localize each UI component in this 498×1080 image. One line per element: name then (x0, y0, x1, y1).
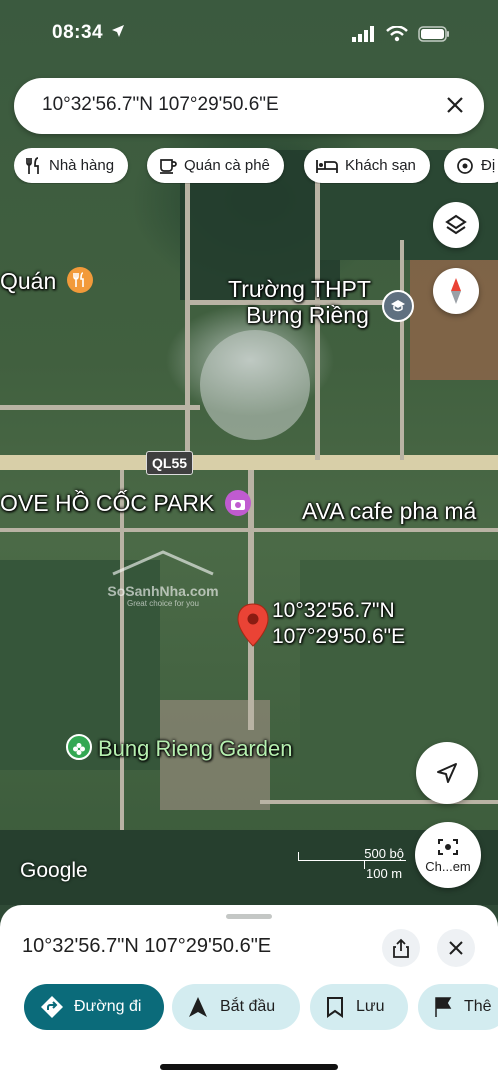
status-bar: 08:34 (0, 0, 498, 60)
bookmark-icon (327, 997, 343, 1018)
clear-search-button[interactable] (440, 90, 470, 120)
coffee-cup-icon (160, 158, 177, 174)
home-indicator[interactable] (160, 1064, 338, 1070)
cloud (200, 330, 310, 440)
location-services-icon (111, 25, 124, 37)
directions-button[interactable]: Đường đi (24, 984, 164, 1030)
road-shield-ql55: QL55 (146, 451, 194, 475)
place-label-park[interactable]: OVE HỒ CỐC PARK (0, 489, 251, 518)
road (185, 170, 190, 460)
layers-icon (445, 214, 467, 235)
place-label-quan[interactable]: Quán (0, 266, 93, 296)
camera-scan-icon (438, 838, 458, 855)
status-time: 08:34 (52, 22, 125, 44)
share-icon (393, 938, 409, 958)
chip-coffee[interactable]: Quán cà phê (147, 148, 284, 183)
road (0, 405, 200, 410)
close-icon (449, 941, 463, 955)
place-title: 10°32'56.7"N 107°29'50.6"E (22, 935, 272, 957)
close-icon (447, 97, 463, 113)
house-roof-icon (112, 550, 214, 576)
category-chips: Nhà hàng Quán cà phê Khách sạn Đị (14, 148, 498, 184)
location-pin-icon[interactable] (236, 602, 270, 648)
place-label-cafe[interactable]: AVA cafe pha má (302, 498, 476, 524)
watermark-logo: SoSanhNha.com Great choice for you (98, 548, 228, 618)
close-sheet-button[interactable] (437, 929, 475, 967)
fork-knife-icon (26, 156, 39, 174)
navigation-arrow-icon (189, 997, 207, 1017)
camera-pin-icon (224, 489, 251, 516)
road (400, 240, 404, 460)
place-bottom-sheet[interactable]: 10°32'56.7"N 107°29'50.6"E Đường đi Bắt … (0, 905, 498, 1080)
lens-camera-button[interactable]: Ch...em (415, 822, 481, 888)
place-label-school[interactable]: Trường THPT Bưng Riềng (228, 276, 371, 328)
flag-icon (435, 997, 452, 1017)
highway-ql55 (0, 455, 498, 470)
compass-icon (451, 278, 461, 304)
share-button[interactable] (382, 929, 420, 967)
start-button[interactable]: Bắt đầu (172, 984, 300, 1030)
cellular-signal-icon (352, 26, 374, 42)
bed-icon (316, 159, 338, 173)
add-label-button[interactable]: Thê (418, 984, 498, 1030)
search-input[interactable]: 10°32'56.7"N 107°29'50.6"E (42, 94, 279, 116)
restaurant-pin-icon (66, 266, 93, 293)
road (260, 800, 498, 804)
road (120, 470, 124, 830)
google-logo: Google (20, 859, 88, 882)
map-scale: 500 bộ 100 m (298, 846, 410, 882)
pin-coordinate-label: 10°32'56.7"N 107°29'50.6"E (272, 599, 406, 648)
road (0, 528, 498, 532)
compass-button[interactable] (433, 268, 479, 314)
place-label-garden[interactable]: Bung Rieng Garden (66, 734, 292, 763)
location-arrow-icon (437, 763, 457, 783)
drag-handle[interactable] (226, 914, 272, 919)
save-button[interactable]: Lưu (310, 984, 408, 1030)
directions-icon (41, 996, 63, 1018)
layers-button[interactable] (433, 202, 479, 248)
chip-attractions[interactable]: Đị (444, 148, 498, 183)
map-view[interactable]: SoSanhNha.com Great choice for you Quán … (0, 0, 498, 905)
my-location-button[interactable] (416, 742, 478, 804)
chip-hotels[interactable]: Khách sạn (304, 148, 430, 183)
chip-restaurants[interactable]: Nhà hàng (14, 148, 129, 183)
battery-icon (418, 26, 449, 42)
search-bar[interactable]: 10°32'56.7"N 107°29'50.6"E (14, 78, 484, 134)
school-pin-icon[interactable] (382, 290, 414, 322)
landmark-icon (457, 157, 473, 174)
garden-pin-icon (66, 734, 92, 761)
wifi-icon (386, 26, 408, 42)
